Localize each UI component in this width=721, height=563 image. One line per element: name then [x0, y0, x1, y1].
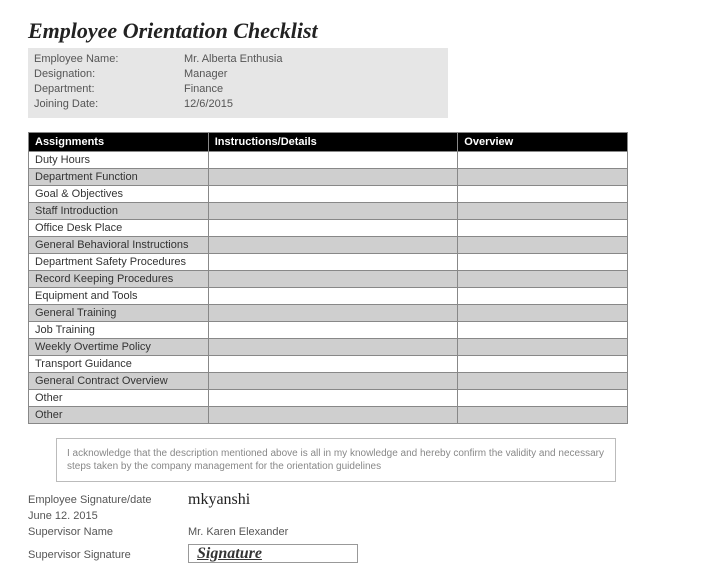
overview-cell: [458, 271, 628, 288]
table-row: Transport Guidance: [29, 356, 628, 373]
assignment-cell: Department Function: [29, 169, 209, 186]
overview-cell: [458, 220, 628, 237]
instructions-cell: [208, 356, 458, 373]
instructions-cell: [208, 305, 458, 322]
table-row: General Contract Overview: [29, 373, 628, 390]
instructions-cell: [208, 339, 458, 356]
assignment-cell: Staff Introduction: [29, 203, 209, 220]
overview-cell: [458, 254, 628, 271]
value-employee-name: Mr. Alberta Enthusia: [184, 52, 282, 67]
instructions-cell: [208, 407, 458, 424]
table-row: Duty Hours: [29, 152, 628, 169]
assignment-cell: General Training: [29, 305, 209, 322]
overview-cell: [458, 305, 628, 322]
overview-cell: [458, 339, 628, 356]
signature-block: Employee Signature/date mkyanshi June 12…: [28, 492, 693, 563]
assignment-cell: Weekly Overtime Policy: [29, 339, 209, 356]
assignment-cell: Goal & Objectives: [29, 186, 209, 203]
supervisor-signature-box: Signature: [188, 544, 358, 563]
table-row: Other: [29, 407, 628, 424]
overview-cell: [458, 186, 628, 203]
instructions-cell: [208, 254, 458, 271]
employee-signature-date: June 12. 2015: [28, 508, 188, 524]
instructions-cell: [208, 186, 458, 203]
assignment-cell: Other: [29, 407, 209, 424]
instructions-cell: [208, 373, 458, 390]
value-joining-date: 12/6/2015: [184, 97, 233, 112]
overview-cell: [458, 203, 628, 220]
table-row: Weekly Overtime Policy: [29, 339, 628, 356]
assignment-cell: Other: [29, 390, 209, 407]
label-supervisor-signature: Supervisor Signature: [28, 547, 188, 563]
assignment-cell: Equipment and Tools: [29, 288, 209, 305]
value-designation: Manager: [184, 67, 227, 82]
assignment-cell: Job Training: [29, 322, 209, 339]
table-row: General Training: [29, 305, 628, 322]
label-designation: Designation:: [34, 67, 184, 82]
value-department: Finance: [184, 82, 223, 97]
table-row: Job Training: [29, 322, 628, 339]
overview-cell: [458, 237, 628, 254]
table-row: Other: [29, 390, 628, 407]
employee-signature-script: mkyanshi: [188, 492, 250, 508]
col-instructions: Instructions/Details: [208, 133, 458, 152]
instructions-cell: [208, 169, 458, 186]
table-row: General Behavioral Instructions: [29, 237, 628, 254]
overview-cell: [458, 373, 628, 390]
instructions-cell: [208, 152, 458, 169]
assignment-cell: Transport Guidance: [29, 356, 209, 373]
overview-cell: [458, 288, 628, 305]
table-row: Staff Introduction: [29, 203, 628, 220]
label-employee-name: Employee Name:: [34, 52, 184, 67]
supervisor-name-value: Mr. Karen Elexander: [188, 524, 288, 540]
assignment-cell: General Behavioral Instructions: [29, 237, 209, 254]
assignment-cell: General Contract Overview: [29, 373, 209, 390]
checklist-table: Assignments Instructions/Details Overvie…: [28, 132, 628, 424]
label-joining-date: Joining Date:: [34, 97, 184, 112]
assignment-cell: Record Keeping Procedures: [29, 271, 209, 288]
acknowledgement-text: I acknowledge that the description menti…: [56, 438, 616, 482]
table-row: Record Keeping Procedures: [29, 271, 628, 288]
label-employee-signature: Employee Signature/date: [28, 492, 188, 508]
instructions-cell: [208, 322, 458, 339]
instructions-cell: [208, 288, 458, 305]
assignment-cell: Office Desk Place: [29, 220, 209, 237]
table-row: Department Function: [29, 169, 628, 186]
overview-cell: [458, 356, 628, 373]
label-department: Department:: [34, 82, 184, 97]
instructions-cell: [208, 220, 458, 237]
label-supervisor-name: Supervisor Name: [28, 524, 188, 540]
col-assignments: Assignments: [29, 133, 209, 152]
overview-cell: [458, 152, 628, 169]
instructions-cell: [208, 271, 458, 288]
overview-cell: [458, 169, 628, 186]
instructions-cell: [208, 237, 458, 254]
overview-cell: [458, 390, 628, 407]
employee-info-block: Employee Name: Mr. Alberta Enthusia Desi…: [28, 48, 448, 118]
page-title: Employee Orientation Checklist: [28, 18, 693, 44]
overview-cell: [458, 322, 628, 339]
table-row: Equipment and Tools: [29, 288, 628, 305]
instructions-cell: [208, 203, 458, 220]
col-overview: Overview: [458, 133, 628, 152]
table-row: Office Desk Place: [29, 220, 628, 237]
assignment-cell: Department Safety Procedures: [29, 254, 209, 271]
assignment-cell: Duty Hours: [29, 152, 209, 169]
instructions-cell: [208, 390, 458, 407]
overview-cell: [458, 407, 628, 424]
table-row: Department Safety Procedures: [29, 254, 628, 271]
table-row: Goal & Objectives: [29, 186, 628, 203]
